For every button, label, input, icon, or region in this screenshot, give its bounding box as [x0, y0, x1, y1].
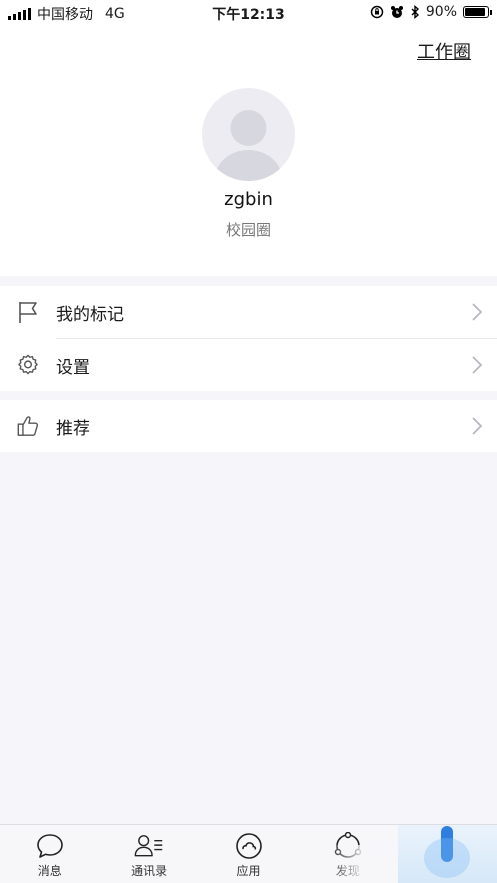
bluetooth-icon: [411, 5, 419, 19]
menu-item-label: 设置: [56, 357, 90, 378]
contacts-icon: [134, 832, 164, 860]
menu-item-label: 我的标记: [56, 304, 124, 325]
battery-icon: [463, 6, 492, 18]
menu-group-primary: 我的标记 设置: [0, 286, 497, 391]
chevron-right-icon: [472, 356, 483, 374]
username: zgbin: [224, 189, 273, 210]
chevron-right-icon: [472, 417, 483, 435]
flag-icon: [16, 300, 40, 324]
tab-me[interactable]: [397, 825, 497, 883]
circle-subtitle: 校园圈: [225, 221, 271, 239]
tab-label: 通讯录: [131, 864, 168, 878]
menu-item-recommend[interactable]: 推荐: [0, 400, 497, 452]
chevron-right-icon: [472, 303, 483, 321]
tab-label: 消息: [37, 864, 62, 878]
orientation-lock-icon: [370, 5, 384, 19]
avatar[interactable]: [202, 88, 295, 181]
menu-item-label: 推荐: [56, 418, 90, 439]
tab-apps[interactable]: 应用: [199, 825, 298, 883]
tab-contacts[interactable]: 通讯录: [99, 825, 198, 883]
alarm-icon: [390, 6, 403, 18]
profile-header: 工作圈 zgbin 校园圈: [0, 26, 497, 276]
tab-label: 应用: [236, 864, 261, 878]
status-right: 90%: [370, 4, 492, 20]
work-circle-link[interactable]: 工作圈: [417, 38, 471, 64]
menu-item-my-marks[interactable]: 我的标记: [0, 286, 497, 338]
gear-icon: [16, 353, 40, 377]
battery-percent: 90%: [425, 4, 457, 20]
tab-discover[interactable]: 发现: [298, 825, 399, 883]
status-bar: 中国移动 4G 下午12:13 90%: [0, 0, 497, 26]
tab-messages[interactable]: 消息: [0, 825, 99, 883]
cloud-circle-icon: [234, 832, 264, 860]
tab-fade-overlay: [328, 845, 399, 883]
me-icon: [424, 826, 471, 878]
thumbs-up-icon: [16, 414, 40, 438]
menu-item-settings[interactable]: 设置: [0, 339, 497, 391]
default-avatar-icon: [214, 110, 283, 181]
menu-group-secondary: 推荐: [0, 400, 497, 452]
chat-bubble-icon: [35, 832, 65, 860]
tab-bar: 消息 通讯录 应用 发现: [0, 824, 497, 883]
